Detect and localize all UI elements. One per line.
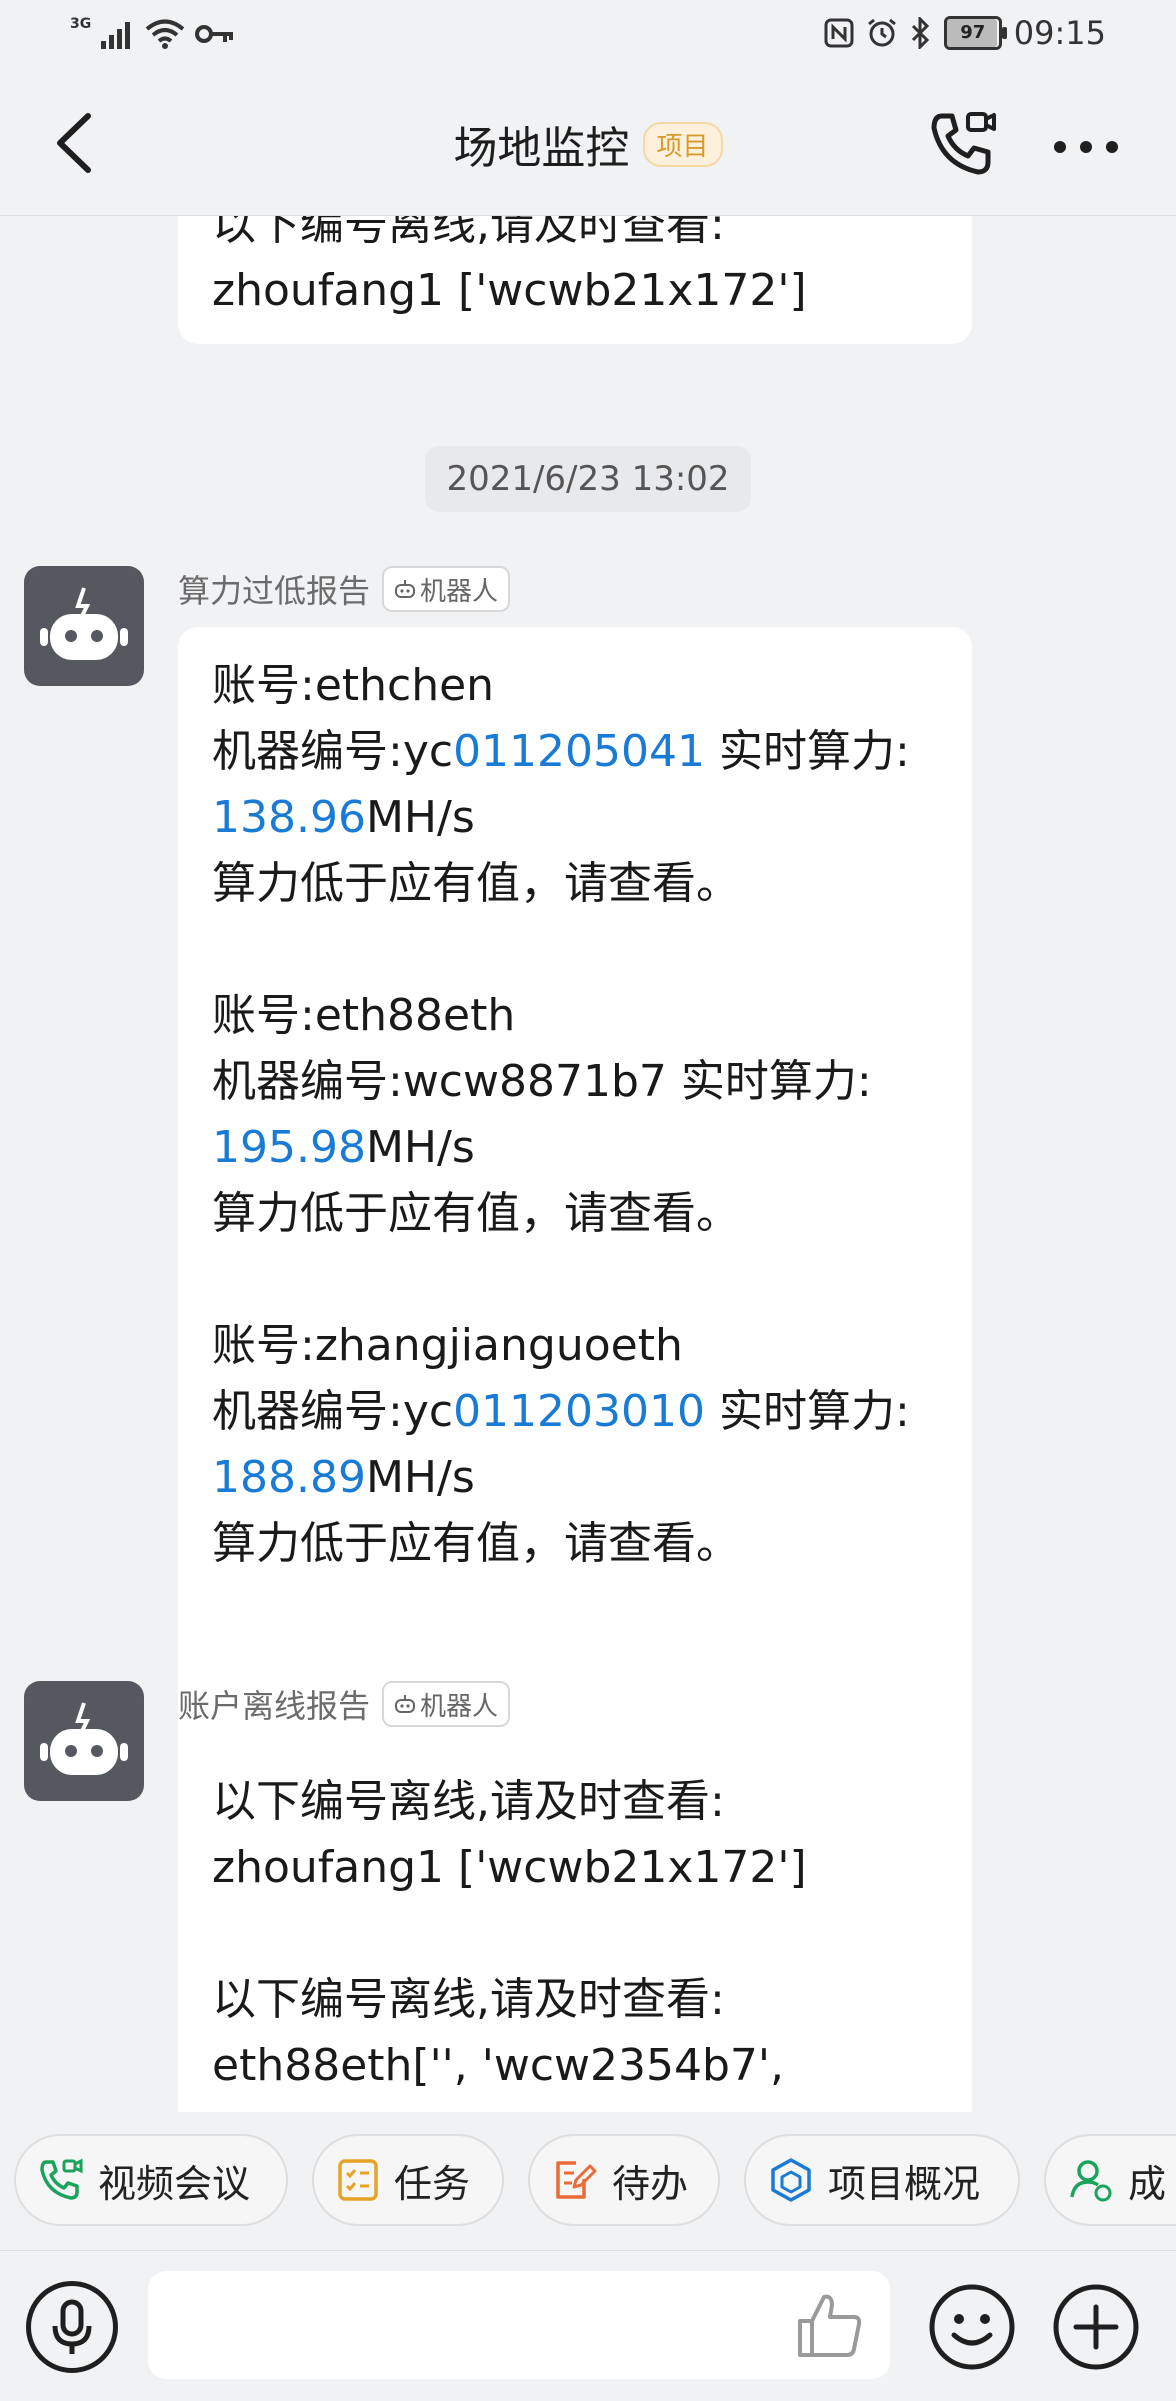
sender-name: 账户离线报告 [178,1687,371,1725]
wifi-icon [145,19,185,49]
hashrate-line: 138.96MH/s [212,792,475,843]
message-line: zhoufang1 ['wcwb21x172'] [212,265,807,316]
chat-header: 场地监控 项目 [0,72,1176,216]
robot-avatar[interactable] [24,1681,144,1801]
note-line: 算力低于应有值，请查看。 [212,858,740,909]
message-line: zhoufang1 ['wcwb21x172'] [212,1842,807,1893]
robot-badge-label: 机器人 [420,1691,499,1722]
message-line: 以下编号离线,请及时查看: [212,1776,725,1827]
hashrate-line: 188.89MH/s [212,1452,475,1503]
video-call-icon [931,112,996,175]
voice-button[interactable] [26,2281,118,2373]
quick-action-member[interactable]: 成 [1044,2134,1176,2226]
todo-edit-icon [556,2161,597,2199]
alarm-icon [867,18,896,47]
robot-badge-label: 机器人 [420,576,499,607]
note-line: 算力低于应有值，请查看。 [212,1518,740,1569]
hashrate-number-link[interactable]: 138.96 [212,792,366,843]
message-line: eth88eth['', 'wcw2354b7', [212,2040,784,2091]
message-line: 以下编号离线,请及时查看: [212,216,725,250]
chat-list[interactable]: 以下编号离线,请及时查看: zhoufang1 ['wcwb21x172'] 2… [0,216,1176,2112]
emoji-icon [929,2284,1015,2370]
hashrate-number-link[interactable]: 188.89 [212,1452,366,1503]
more-actions-button[interactable] [1050,2281,1142,2373]
sender-name: 算力过低报告 [178,572,371,610]
robot-icon [40,587,128,660]
robot-small-icon [395,580,416,598]
quick-action-label: 成 [1128,2161,1167,2206]
project-tag: 项目 [642,121,723,167]
task-list-icon [338,2159,378,2201]
quick-actions-bar[interactable]: 视频会议 任务 待办 项目概况 成 [0,2112,1176,2250]
quick-action-label: 任务 [394,2161,471,2206]
input-bar [0,2250,1176,2401]
quick-action-todo[interactable]: 待办 [528,2134,720,2226]
network-type: 3G [70,16,92,32]
like-button[interactable] [792,2287,868,2363]
key-icon [195,25,234,43]
status-bar: 3G 97 09:15 [0,0,1176,72]
more-button[interactable] [1050,132,1122,162]
machine-line: 机器编号:yc011203010 实时算力: [212,1386,910,1437]
robot-badge: 机器人 [382,566,511,612]
robot-badge: 机器人 [382,1681,511,1727]
quick-action-video-meeting[interactable]: 视频会议 [14,2134,288,2226]
timestamp: 2021/6/23 13:02 [425,446,751,512]
sender-row: 账户离线报告 机器人 [178,1681,511,1727]
quick-action-project-overview[interactable]: 项目概况 [744,2134,1020,2226]
emoji-button[interactable] [926,2281,1018,2373]
account-line: 账号:zhangjianguoeth [212,1320,683,1371]
quick-action-task[interactable]: 任务 [312,2134,504,2226]
message-line: 以下编号离线,请及时查看: [212,1974,725,2025]
message-bubble-hashrate: 账号:ethchen 机器编号:yc011205041 实时算力: 138.96… [178,627,972,1811]
clock: 09:15 [1013,14,1106,52]
call-button[interactable] [928,108,1000,180]
status-right: 97 09:15 [824,14,1106,52]
sender-row: 算力过低报告 机器人 [178,566,511,612]
battery-indicator: 97 [943,16,1007,50]
status-left: 3G [70,16,235,50]
quick-action-label: 项目概况 [828,2161,981,2206]
quick-action-label: 视频会议 [98,2161,251,2206]
hashrate-number-link[interactable]: 195.98 [212,1122,366,1173]
message-input[interactable] [148,2271,890,2379]
cube-icon [771,2158,811,2202]
page-title: 场地监控 [453,123,630,174]
thumbs-up-icon [798,2294,862,2357]
message-bubble-offline: 以下编号离线,请及时查看: zhoufang1 ['wcwb21x172'] 以… [178,1743,972,2112]
robot-icon [40,1702,128,1775]
robot-small-icon [395,1695,416,1713]
quick-action-label: 待办 [612,2161,689,2206]
note-line: 算力低于应有值，请查看。 [212,1188,740,1239]
nfc-icon [824,18,854,48]
plus-icon [1053,2284,1139,2370]
member-icon [1070,2160,1112,2202]
signal-icon [101,22,131,49]
bluetooth-icon [911,17,929,49]
machine-line: 机器编号:wcw8871b7 实时算力: [212,1056,872,1107]
battery-level: 97 [960,22,986,43]
machine-line: 机器编号:yc011205041 实时算力: [212,726,910,777]
account-line: 账号:ethchen [212,660,495,711]
microphone-icon [52,2299,92,2354]
machine-number-link[interactable]: 011205041 [453,726,705,777]
message-bubble-previous: 以下编号离线,请及时查看: zhoufang1 ['wcwb21x172'] [178,216,972,344]
more-dots-icon [1054,141,1118,153]
video-phone-icon [40,2158,83,2200]
robot-avatar[interactable] [24,566,144,686]
machine-number-link[interactable]: 011203010 [453,1386,705,1437]
account-line: 账号:eth88eth [212,990,516,1041]
hashrate-line: 195.98MH/s [212,1122,475,1173]
